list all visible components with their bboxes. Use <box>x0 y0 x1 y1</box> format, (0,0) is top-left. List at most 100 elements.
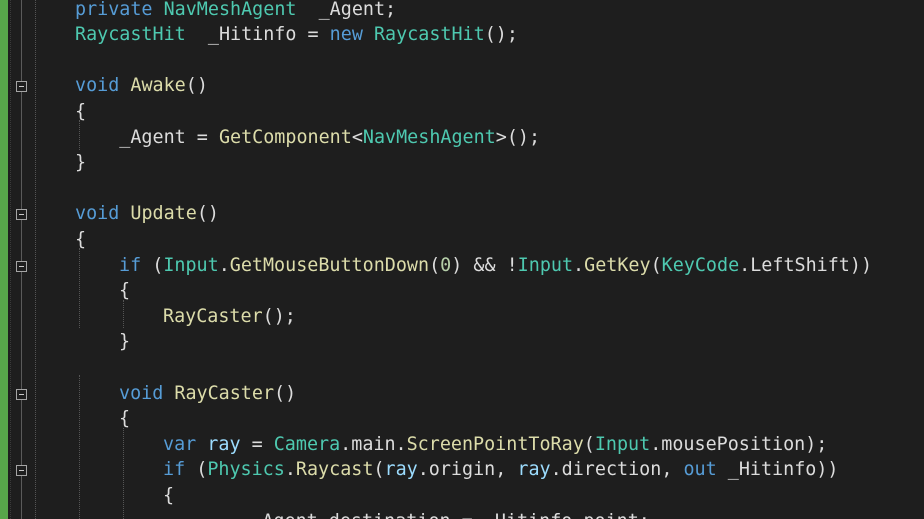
code-token: Raycast <box>295 459 374 481</box>
code-line[interactable]: RaycastHit _Hitinfo = new RaycastHit(); <box>75 22 518 48</box>
code-token: () <box>274 382 297 404</box>
code-line[interactable]: if (Input.GetMouseButtonDown(0) && !Inpu… <box>119 253 872 279</box>
code-line[interactable]: void RayCaster() <box>119 381 296 407</box>
code-line[interactable]: } <box>119 329 130 355</box>
code-token: () <box>185 75 208 97</box>
code-token: Physics <box>207 459 285 481</box>
code-token: { <box>119 280 131 302</box>
code-token: _Hitinfo)) <box>716 459 839 481</box>
collapse-icon[interactable] <box>16 388 27 400</box>
code-token: ( <box>141 254 164 276</box>
code-token: _Agent; <box>296 0 397 20</box>
code-token: if <box>119 254 142 276</box>
code-token: < <box>351 126 363 148</box>
code-editor[interactable]: private NavMeshAgent _Agent; RaycastHit _… <box>0 0 924 519</box>
code-token: . <box>218 254 230 276</box>
collapse-icon[interactable] <box>16 260 27 272</box>
code-token: ) && ! <box>451 254 518 276</box>
code-token: GetComponent <box>218 126 352 148</box>
code-token: _Agent.destination = _Hitinfo.point; <box>207 511 650 519</box>
code-token: ray <box>517 459 551 481</box>
collapse-icon[interactable] <box>16 465 27 477</box>
code-token: { <box>75 228 87 250</box>
code-line[interactable]: var ray = Camera.main.ScreenPointToRay(I… <box>163 432 827 458</box>
indent-guide <box>79 375 80 519</box>
code-line[interactable]: private NavMeshAgent _Agent; <box>75 0 396 22</box>
outlining-rail <box>21 0 22 519</box>
code-token: Camera <box>273 433 341 455</box>
code-line[interactable]: { <box>75 99 86 125</box>
code-token: RaycastHit <box>75 24 186 46</box>
code-token: new <box>329 24 363 46</box>
code-token: RayCaster <box>163 305 263 327</box>
code-token: ( <box>650 254 662 276</box>
code-token: { <box>75 100 87 122</box>
code-token: .LeftShift)) <box>739 254 873 276</box>
code-token: ray <box>384 459 418 481</box>
code-token: ( <box>583 433 595 455</box>
code-token: _Hitinfo = <box>185 24 330 46</box>
code-token: .origin, <box>417 459 518 481</box>
code-token: RayCaster <box>174 382 275 404</box>
code-token: Update <box>130 203 197 225</box>
code-token: 0 <box>440 254 452 276</box>
indent-guide <box>79 248 80 328</box>
code-line[interactable]: void Update() <box>75 201 219 227</box>
code-token: >(); <box>495 126 541 148</box>
code-token: private <box>75 0 153 20</box>
code-token: Awake <box>130 75 186 97</box>
code-line[interactable]: } <box>75 150 86 176</box>
code-token: NavMeshAgent <box>163 0 297 20</box>
code-token: if <box>163 459 186 481</box>
code-token: () <box>196 203 219 225</box>
code-token: _Agent = <box>75 126 219 148</box>
code-token: RaycastHit <box>373 24 485 46</box>
code-token: { <box>163 484 175 506</box>
code-line[interactable]: { <box>119 278 130 304</box>
code-token: . <box>573 254 585 276</box>
code-line[interactable]: _Agent = GetComponent<NavMeshAgent>(); <box>75 125 540 151</box>
code-line[interactable]: { <box>163 483 174 509</box>
code-token: (); <box>484 24 518 46</box>
code-token: ray <box>207 433 241 455</box>
collapse-icon[interactable] <box>16 81 27 93</box>
code-token: NavMeshAgent <box>362 126 496 148</box>
code-token: Input <box>517 254 574 276</box>
code-token: void <box>75 203 120 225</box>
code-line[interactable]: RayCaster(); <box>163 304 296 330</box>
code-line[interactable]: void Awake() <box>75 73 208 99</box>
code-token: .main. <box>340 433 407 455</box>
collapse-icon[interactable] <box>16 209 27 221</box>
code-token: .mousePosition); <box>650 433 828 455</box>
code-token: void <box>75 75 120 97</box>
code-token: GetMouseButtonDown <box>229 254 430 276</box>
code-token: KeyCode <box>661 254 740 276</box>
code-line[interactable]: { <box>75 227 86 253</box>
code-token: { <box>119 408 131 430</box>
code-token: ( <box>185 459 208 481</box>
code-token: ( <box>429 254 441 276</box>
code-token: (); <box>262 305 296 327</box>
code-token: GetKey <box>584 254 651 276</box>
code-token: ScreenPointToRay <box>406 433 584 455</box>
code-token: void <box>119 382 164 404</box>
code-token: .direction, <box>550 459 684 481</box>
code-token: = <box>240 433 274 455</box>
code-line[interactable]: { <box>119 406 130 432</box>
code-token: Input <box>594 433 651 455</box>
indent-guide <box>123 300 124 328</box>
code-line[interactable]: if (Physics.Raycast(ray.origin, ray.dire… <box>163 457 838 483</box>
indent-guide <box>123 428 124 519</box>
code-token: } <box>75 152 87 174</box>
code-token: Input <box>163 254 219 276</box>
code-line[interactable]: _Agent.destination = _Hitinfo.point; <box>207 509 650 519</box>
code-token: var <box>163 433 197 455</box>
code-token: } <box>119 331 131 353</box>
code-token: out <box>683 459 717 481</box>
code-token: . <box>284 459 296 481</box>
code-token: ( <box>373 459 385 481</box>
